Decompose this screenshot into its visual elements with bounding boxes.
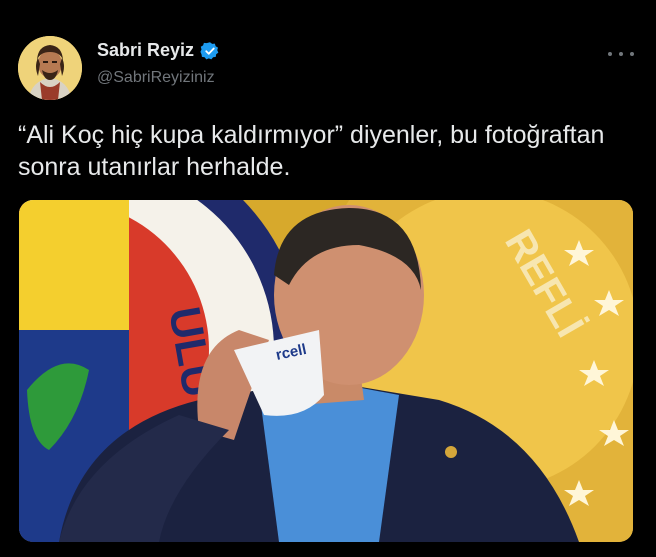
more-options-button[interactable] — [608, 46, 634, 62]
author-name[interactable]: Sabri Reyiz — [97, 40, 194, 61]
tweet-text: “Ali Koç hiç kupa kaldırmıyor” diyenler,… — [18, 121, 605, 181]
verified-badge-icon — [200, 41, 219, 59]
more-dot — [619, 52, 623, 56]
more-dot — [630, 52, 634, 56]
author-row: Sabri Reyiz — [97, 40, 220, 61]
more-options-icon — [608, 52, 612, 56]
media-photo: ULÜ REFLİ rcell — [19, 200, 633, 542]
tweet-media[interactable]: ULÜ REFLİ rcell — [19, 200, 633, 542]
avatar-image — [18, 36, 82, 100]
avatar[interactable] — [18, 36, 82, 100]
author-handle[interactable]: @SabriReyiziniz — [97, 69, 215, 87]
